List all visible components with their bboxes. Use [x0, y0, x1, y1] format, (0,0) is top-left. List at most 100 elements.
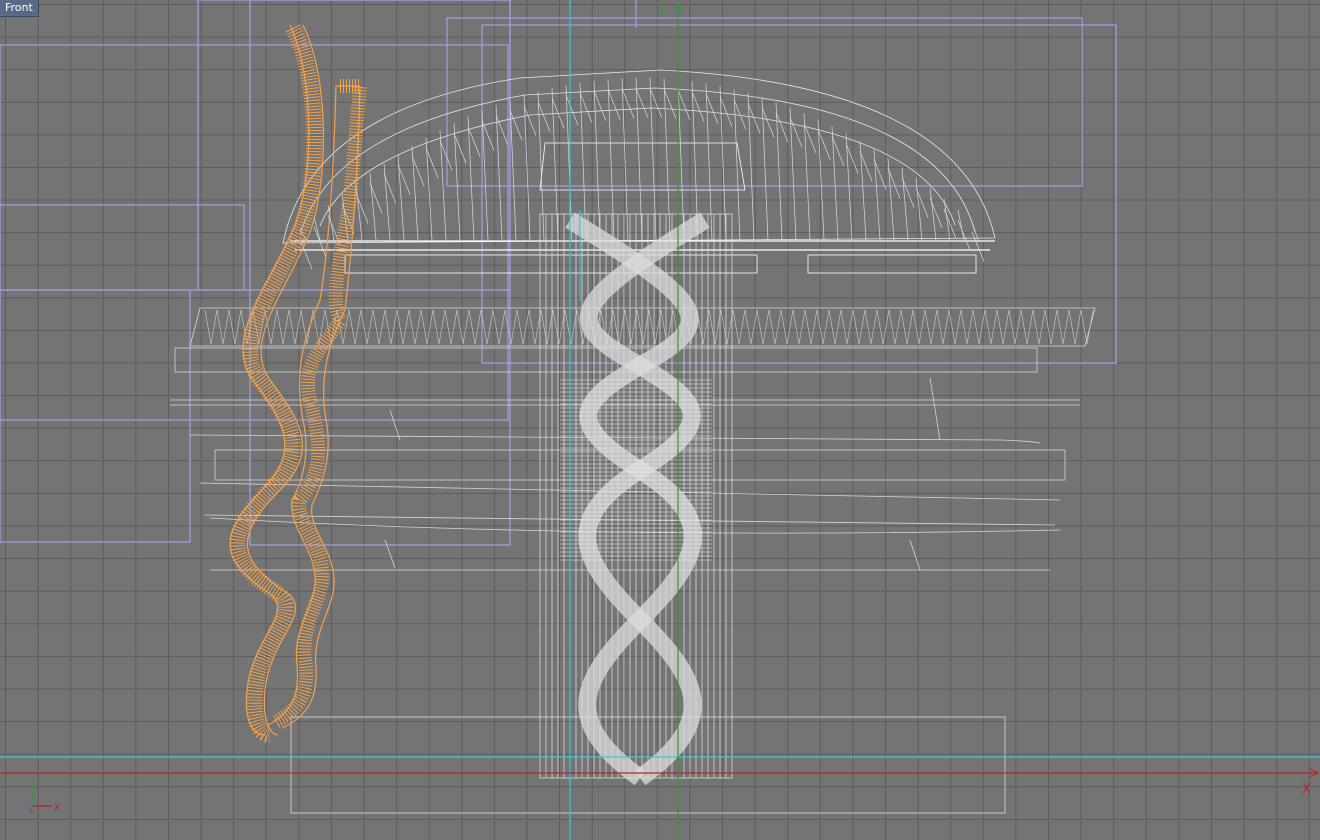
wire-line — [288, 309, 296, 345]
wire-line — [228, 309, 236, 345]
wire-line — [462, 309, 470, 345]
wire-line — [915, 187, 929, 218]
wire-line — [929, 187, 937, 241]
gizmo-y-label: Y — [28, 781, 35, 791]
wire-line — [396, 309, 404, 345]
wire-line — [234, 309, 242, 345]
front-viewport[interactable]: X Y Y X Z Front — [0, 0, 1320, 840]
wire-line — [456, 309, 464, 345]
wire-line — [369, 183, 383, 214]
gizmo-z-label: Z — [28, 805, 34, 815]
wire-line — [486, 309, 494, 345]
canopy-wireframe — [282, 69, 996, 274]
wire-line — [1014, 309, 1022, 345]
wire-line — [894, 309, 902, 345]
wire-line — [966, 309, 974, 345]
wire-line — [210, 309, 218, 345]
wire-line — [355, 193, 369, 224]
wire-line — [691, 91, 705, 122]
wire-line — [663, 78, 671, 241]
world-x-axis-label: X — [1302, 782, 1311, 797]
wire-line — [439, 130, 447, 241]
wire-line — [216, 309, 224, 345]
wire-line — [299, 238, 313, 270]
wire-line — [792, 309, 800, 345]
wire-line — [378, 309, 386, 345]
wire-line — [390, 309, 398, 345]
wire-line — [798, 309, 806, 345]
wire-line — [1086, 309, 1094, 345]
world-y-axis-label: Y — [657, 5, 666, 20]
wire-line — [738, 309, 746, 345]
wire-line — [930, 309, 938, 345]
bounding-box — [0, 204, 245, 291]
wire-line — [354, 309, 362, 345]
wire-line — [984, 309, 992, 345]
wire-line — [846, 309, 854, 345]
wire-line — [1020, 309, 1028, 345]
wire-line — [915, 177, 923, 241]
wire-line — [888, 309, 896, 345]
wire-line — [906, 309, 914, 345]
wire-line — [294, 309, 302, 345]
wire-line — [607, 79, 615, 241]
wire-line — [996, 309, 1004, 345]
wire-line — [438, 309, 446, 345]
wire-line — [677, 79, 685, 241]
wire-line — [960, 309, 968, 345]
wire-line — [972, 309, 980, 345]
wire-line — [1062, 309, 1070, 345]
wire-line — [804, 309, 812, 345]
wire-line — [450, 309, 458, 345]
wire-line — [649, 88, 663, 119]
wire-line — [523, 95, 531, 241]
wire-line — [425, 137, 433, 241]
wire-line — [1050, 309, 1058, 345]
wire-line — [420, 309, 428, 345]
wire-line — [901, 167, 909, 241]
wire-line — [873, 149, 881, 241]
viewport-scene[interactable]: X Y Y X Z — [0, 0, 1320, 840]
wire-line — [635, 87, 649, 119]
wire-line — [516, 309, 524, 345]
wire-line — [360, 309, 368, 345]
wire-line — [775, 102, 783, 241]
wire-line — [816, 309, 824, 345]
wire-line — [414, 309, 422, 345]
viewport-label[interactable]: Front — [0, 0, 39, 17]
bounding-box — [197, 0, 511, 291]
wire-line — [1068, 309, 1076, 345]
wire-line — [828, 309, 836, 345]
wire-line — [510, 309, 518, 345]
wire-line — [522, 309, 530, 345]
wire-line — [971, 231, 985, 263]
wire-line — [750, 309, 758, 345]
wire-line — [593, 80, 601, 241]
wire-line — [313, 226, 327, 257]
wire-line — [845, 133, 853, 241]
wire-line — [467, 116, 475, 241]
wire-line — [786, 309, 794, 345]
wire-line — [957, 210, 965, 241]
wire-line — [663, 88, 677, 119]
wire-line — [900, 309, 908, 345]
wire-line — [528, 309, 536, 345]
wire-line — [957, 219, 971, 251]
wire-line — [366, 309, 374, 345]
wire-line — [1044, 309, 1052, 345]
wire-line — [468, 309, 476, 345]
bounding-box — [0, 289, 191, 543]
wire-line — [870, 309, 878, 345]
wire-line — [978, 309, 986, 345]
wire-line — [774, 309, 782, 345]
wire-line — [1056, 309, 1064, 345]
wire-line — [810, 309, 818, 345]
wire-line — [1002, 309, 1010, 345]
wire-line — [1074, 309, 1082, 345]
wire-line — [852, 309, 860, 345]
wire-line — [1008, 309, 1016, 345]
wire-line — [222, 309, 230, 345]
ring-slabs — [170, 307, 1096, 571]
wire-line — [384, 309, 392, 345]
wire-line — [270, 309, 278, 345]
